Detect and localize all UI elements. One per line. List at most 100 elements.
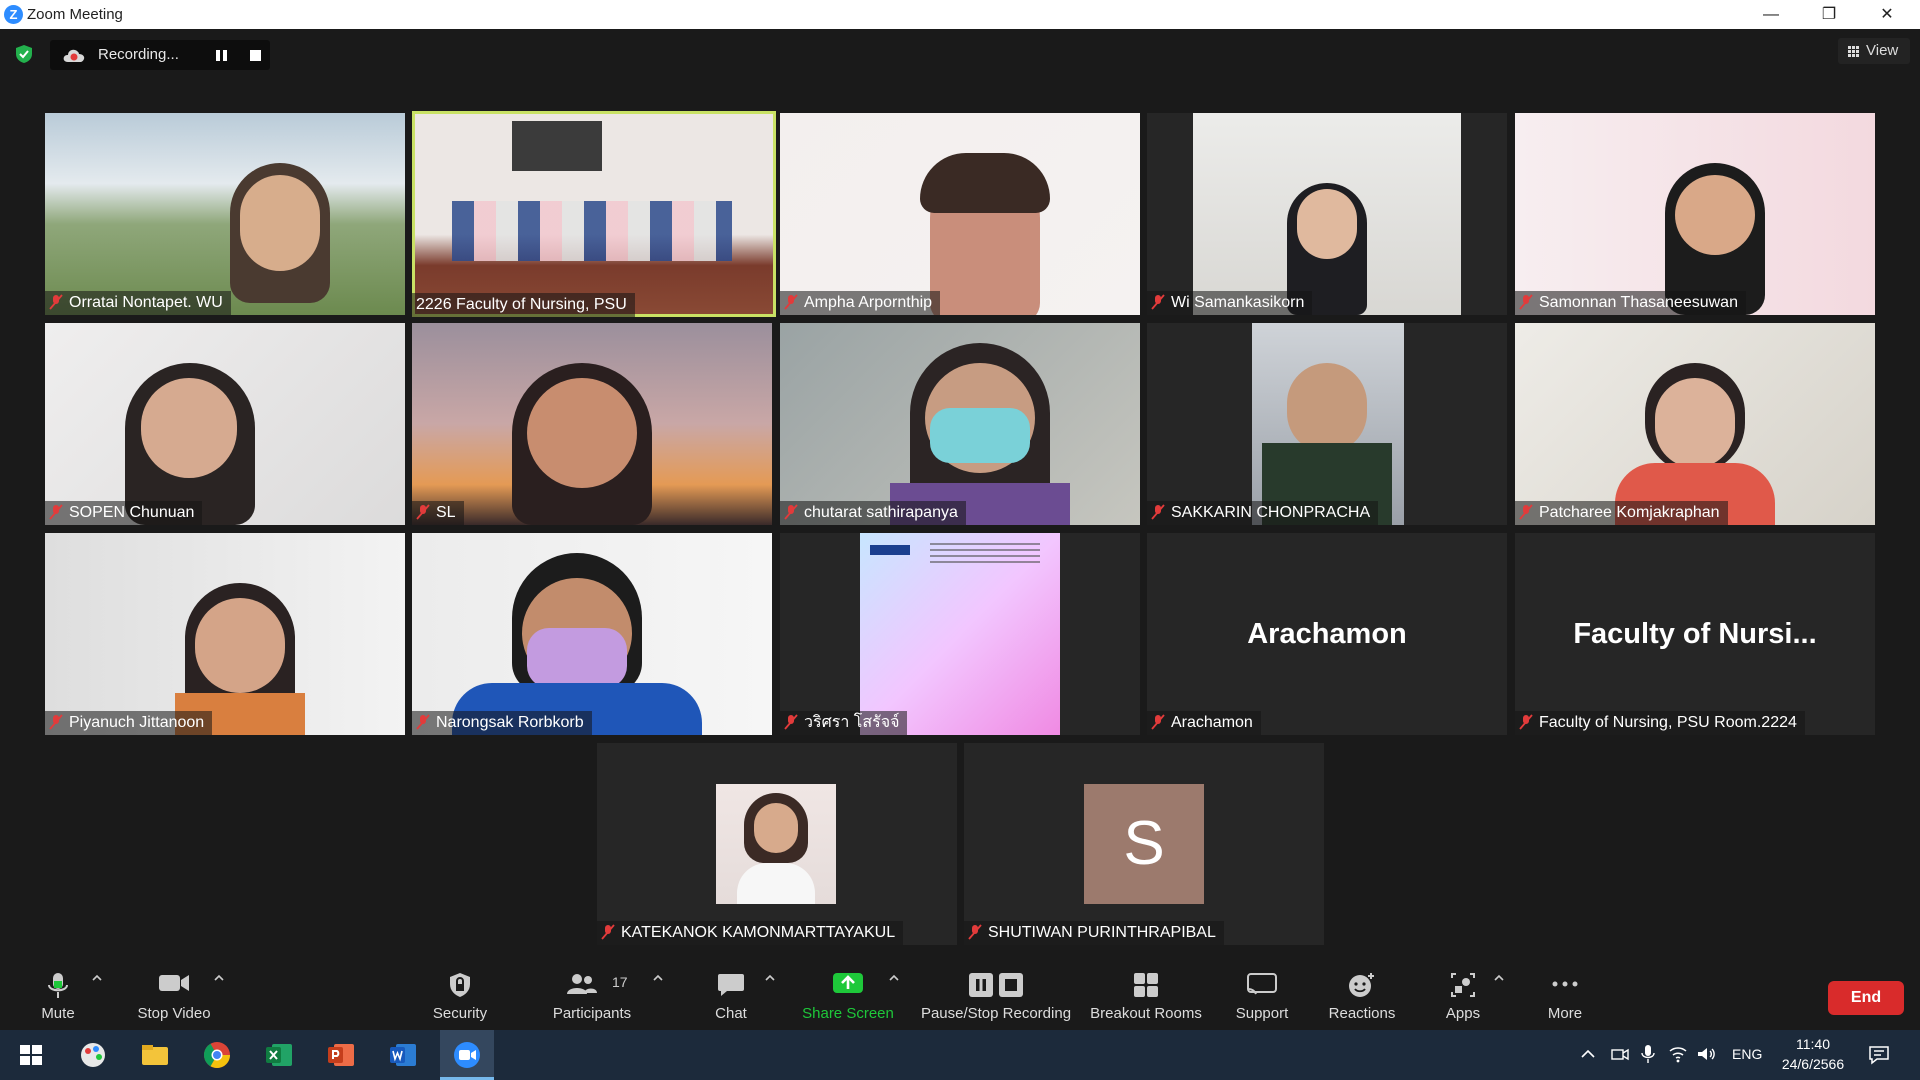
stop-recording-icon[interactable]: [250, 50, 261, 61]
view-label: View: [1866, 42, 1899, 59]
minimize-button[interactable]: —: [1748, 0, 1794, 29]
video-tile[interactable]: SAKKARIN CHONPRACHA: [1147, 323, 1507, 525]
muted-mic-icon: [49, 714, 63, 730]
powerpoint-icon[interactable]: [324, 1038, 358, 1072]
participant-name: SL: [412, 501, 464, 525]
participants-options-chevron-up-icon[interactable]: [653, 974, 663, 982]
taskbar-zoom-active[interactable]: [440, 1030, 494, 1080]
breakout-rooms-icon: [1134, 973, 1158, 997]
share-options-chevron-up-icon[interactable]: [889, 974, 899, 982]
pause-stop-icon: [969, 973, 1023, 997]
recording-label: Recording...: [98, 46, 179, 63]
participant-name: Samonnan Thasaneesuwan: [1515, 291, 1746, 315]
muted-mic-icon: [416, 714, 430, 730]
video-options-chevron-up-icon[interactable]: [214, 974, 224, 982]
chat-button[interactable]: Chat: [700, 960, 762, 1030]
more-dots-icon: [1552, 981, 1578, 987]
chat-bubble-icon: [718, 974, 744, 996]
participant-name: 2226 Faculty of Nursing, PSU: [412, 293, 635, 317]
tray-chevron-up-icon[interactable]: [1580, 1048, 1596, 1060]
security-button[interactable]: Security: [420, 960, 500, 1030]
tray-microphone-icon[interactable]: [1640, 1044, 1656, 1064]
restore-button[interactable]: ❐: [1806, 0, 1852, 29]
muted-mic-icon: [601, 924, 615, 940]
video-tile[interactable]: Ampha Arpornthip: [780, 113, 1140, 315]
participant-name: Narongsak Rorbkorb: [412, 711, 592, 735]
notifications-icon[interactable]: [1868, 1044, 1890, 1066]
security-shield-icon: [450, 973, 470, 997]
muted-mic-icon: [1151, 504, 1165, 520]
video-tile[interactable]: Samonnan Thasaneesuwan: [1515, 113, 1875, 315]
word-icon[interactable]: [386, 1038, 420, 1072]
view-button[interactable]: View: [1838, 38, 1910, 64]
mute-options-chevron-up-icon[interactable]: [92, 974, 102, 982]
breakout-rooms-button[interactable]: Breakout Rooms: [1086, 960, 1206, 1030]
participant-name: chutarat sathirapanya: [780, 501, 966, 525]
grid-view-icon: [1848, 46, 1859, 57]
muted-mic-icon: [784, 714, 798, 730]
chat-options-chevron-up-icon[interactable]: [765, 974, 775, 982]
apps-button[interactable]: Apps: [1428, 960, 1498, 1030]
window-title: Zoom Meeting: [27, 6, 123, 23]
muted-mic-icon: [49, 294, 63, 310]
video-tile-no-video[interactable]: S SHUTIWAN PURINTHRAPIBAL: [964, 743, 1324, 945]
video-tile[interactable]: วริศรา โสรัจจ์: [780, 533, 1140, 735]
pause-recording-icon[interactable]: [216, 50, 228, 61]
participant-name: วริศรา โสรัจจ์: [780, 711, 908, 735]
file-explorer-icon[interactable]: [138, 1038, 172, 1072]
support-screen-icon: [1247, 973, 1277, 995]
apps-options-chevron-up-icon[interactable]: [1494, 974, 1504, 982]
windows-taskbar: ENG 11:40 24/6/2566: [0, 1030, 1920, 1080]
recording-indicator: Recording...: [50, 40, 270, 70]
paint-app-icon[interactable]: [76, 1038, 110, 1072]
participant-name: Piyanuch Jittanoon: [45, 711, 213, 735]
video-tile[interactable]: KATEKANOK KAMONMARTTAYAKUL: [597, 743, 957, 945]
mute-button[interactable]: Mute: [22, 960, 94, 1030]
participant-name: SHUTIWAN PURINTHRAPIBAL: [964, 921, 1224, 945]
video-camera-icon: [159, 975, 189, 991]
zoom-logo-icon: Z: [4, 5, 23, 24]
muted-mic-icon: [784, 294, 798, 310]
participants-button[interactable]: 17 Participants: [540, 960, 644, 1030]
muted-mic-icon: [1519, 294, 1533, 310]
chrome-icon[interactable]: [200, 1038, 234, 1072]
excel-icon[interactable]: [262, 1038, 296, 1072]
close-button[interactable]: ✕: [1864, 0, 1910, 29]
participant-name: Orratai Nontapet. WU: [45, 291, 231, 315]
more-button[interactable]: More: [1528, 960, 1602, 1030]
participant-name: Ampha Arpornthip: [780, 291, 941, 315]
microphone-icon: [48, 973, 68, 998]
participant-name: Faculty of Nursing, PSU Room.2224: [1515, 711, 1805, 735]
video-tile-no-video[interactable]: Arachamon Arachamon: [1147, 533, 1507, 735]
support-button[interactable]: Support: [1222, 960, 1302, 1030]
stop-video-button[interactable]: Stop Video: [130, 960, 218, 1030]
video-tile-active-speaker[interactable]: 2226 Faculty of Nursing, PSU: [412, 111, 776, 317]
video-tile[interactable]: Orratai Nontapet. WU: [45, 113, 405, 315]
video-tile-no-video[interactable]: Faculty of Nursi... Faculty of Nursing, …: [1515, 533, 1875, 735]
video-tile[interactable]: Patcharee Komjakraphan: [1515, 323, 1875, 525]
encryption-shield-icon[interactable]: [14, 44, 34, 64]
input-language[interactable]: ENG: [1732, 1046, 1762, 1066]
tray-wifi-icon[interactable]: [1668, 1045, 1688, 1063]
participants-count: 17: [612, 974, 628, 990]
video-tile[interactable]: SL: [412, 323, 772, 525]
video-tile[interactable]: Wi Samankasikorn: [1147, 113, 1507, 315]
share-screen-arrow-icon: [833, 973, 863, 993]
video-tile[interactable]: chutarat sathirapanya: [780, 323, 1140, 525]
clock[interactable]: 11:40 24/6/2566: [1778, 1030, 1848, 1080]
end-meeting-button[interactable]: End: [1828, 981, 1904, 1015]
reactions-button[interactable]: Reactions: [1318, 960, 1406, 1030]
tray-camera-icon[interactable]: [1610, 1045, 1630, 1063]
windows-start-icon[interactable]: [14, 1038, 48, 1072]
system-tray-icons: [1580, 1030, 1715, 1080]
participant-name: Patcharee Komjakraphan: [1515, 501, 1728, 525]
tray-volume-icon[interactable]: [1696, 1045, 1716, 1063]
share-screen-button[interactable]: Share Screen: [798, 960, 898, 1030]
video-tile[interactable]: Piyanuch Jittanoon: [45, 533, 405, 735]
participant-display-name: Arachamon: [1247, 617, 1407, 650]
video-tile[interactable]: Narongsak Rorbkorb: [412, 533, 772, 735]
pause-stop-recording-button[interactable]: Pause/Stop Recording: [916, 960, 1076, 1030]
video-tile[interactable]: SOPEN Chunuan: [45, 323, 405, 525]
clock-date: 24/6/2566: [1781, 1056, 1845, 1072]
participant-name: Arachamon: [1147, 711, 1261, 735]
